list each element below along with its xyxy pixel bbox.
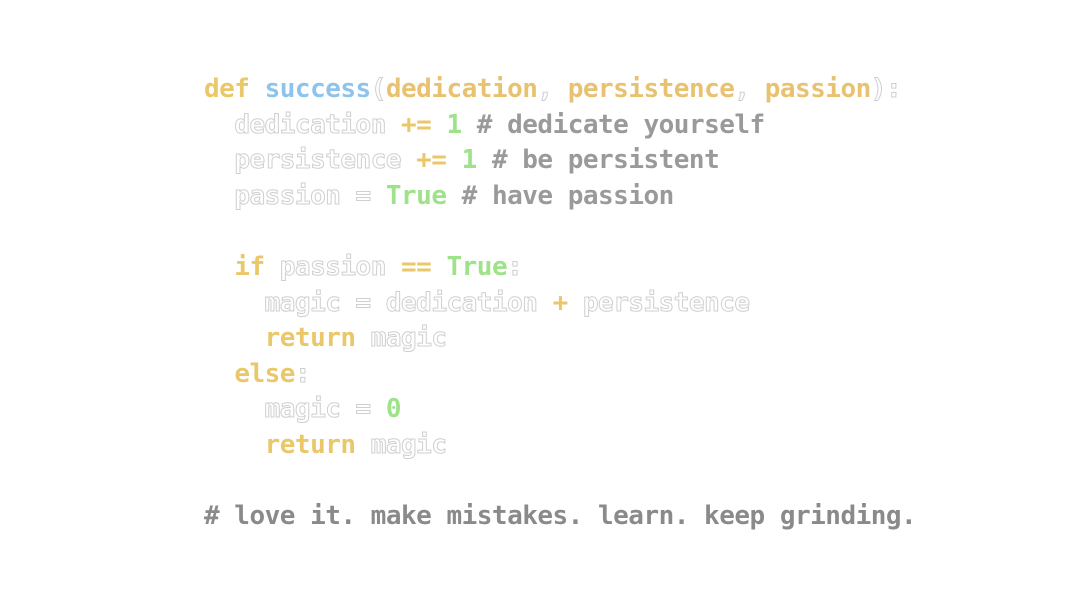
code-token-punct: [386, 110, 401, 140]
code-token-var: persistence: [234, 145, 402, 176]
code-token-kw: return: [264, 429, 356, 460]
code-token-var: dedication: [234, 109, 387, 140]
code-token-punct: [446, 145, 461, 175]
code-line: # love it. make mistakes. learn. keep gr…: [204, 499, 917, 535]
code-token-var: passion: [279, 251, 387, 282]
code-token-param: passion: [764, 74, 872, 104]
code-line: magic = 0: [204, 392, 916, 428]
code-token-fn: success: [264, 74, 372, 104]
code-token-var: magic: [370, 429, 447, 460]
code-token-punct: [204, 394, 265, 424]
code-token-var: passion: [234, 180, 342, 211]
code-token-punct: [477, 145, 492, 175]
code-token-num: 0: [385, 394, 402, 425]
code-token-comment-dark: # love it. make mistakes. learn. keep gr…: [204, 501, 917, 532]
code-line: persistence += 1 # be persistent: [204, 143, 916, 179]
code-token-punct: =: [340, 394, 386, 425]
code-token-punct: [204, 359, 234, 389]
code-token-punct: [204, 181, 234, 211]
code-line: if passion == True:: [204, 250, 916, 286]
code-token-punct: [204, 145, 234, 175]
code-token-punct: [265, 252, 280, 282]
code-line: magic = dedication + persistence: [204, 286, 916, 322]
code-token-op: +=: [416, 145, 447, 176]
code-token-punct: [431, 252, 446, 282]
code-line: dedication += 1 # dedicate yourself: [204, 108, 916, 144]
code-token-punct: :: [507, 251, 524, 282]
code-token-var: persistence: [582, 287, 750, 318]
code-token-punct: [401, 145, 416, 175]
code-token-punct: ):: [870, 74, 902, 105]
code-token-punct: [356, 430, 371, 460]
code-token-punct: [356, 323, 371, 353]
code-token-param: dedication: [385, 74, 538, 104]
code-token-punct: ,: [734, 74, 765, 105]
code-token-var: magic: [370, 323, 447, 354]
code-line: return magic: [204, 321, 916, 357]
code-token-param: persistence: [567, 74, 735, 104]
code-token-comment: # dedicate yourself: [476, 109, 765, 140]
code-token-punct: [431, 110, 446, 140]
code-token-punct: [204, 110, 234, 140]
code-token-op: +: [552, 287, 569, 318]
code-token-punct: [386, 252, 401, 282]
code-token-punct: [568, 288, 583, 318]
code-token-var: magic: [264, 394, 341, 425]
code-token-punct: [537, 288, 552, 318]
code-token-punct: [462, 110, 477, 140]
code-line: passion = True # have passion: [204, 179, 916, 215]
code-token-op: +=: [401, 109, 432, 140]
code-token-punct: (: [370, 74, 387, 105]
code-token-bool: True: [385, 180, 447, 211]
code-token-comment: # be persistent: [491, 145, 720, 176]
code-token-comment: # have passion: [461, 180, 675, 211]
code-token-punct: [446, 181, 461, 211]
code-token-punct: ,: [537, 74, 568, 105]
code-token-kw: else: [234, 358, 295, 389]
code-token-kw: return: [264, 323, 356, 354]
code-token-num: 1: [461, 145, 478, 176]
code-line: def success(dedication, persistence, pas…: [204, 72, 916, 108]
code-token-punct: :: [294, 358, 311, 389]
code-token-punct: [204, 323, 265, 353]
code-token-kw: if: [234, 251, 265, 282]
code-token-punct: =: [340, 287, 386, 318]
code-line: return magic: [204, 428, 916, 464]
code-token-op: ==: [401, 251, 432, 282]
code-token-punct: [249, 74, 264, 104]
code-token-punct: [204, 252, 234, 282]
code-token-punct: =: [340, 180, 386, 211]
code-block: def success(dedication, persistence, pas…: [204, 72, 917, 535]
code-token-punct: [204, 288, 265, 318]
code-token-kw: def: [204, 74, 250, 104]
code-token-var: dedication: [385, 287, 538, 318]
code-line: else:: [204, 357, 916, 393]
code-token-var: magic: [264, 287, 341, 318]
code-token-num: 1: [446, 109, 462, 140]
code-token-punct: [204, 430, 265, 460]
code-token-bool: True: [446, 251, 508, 282]
